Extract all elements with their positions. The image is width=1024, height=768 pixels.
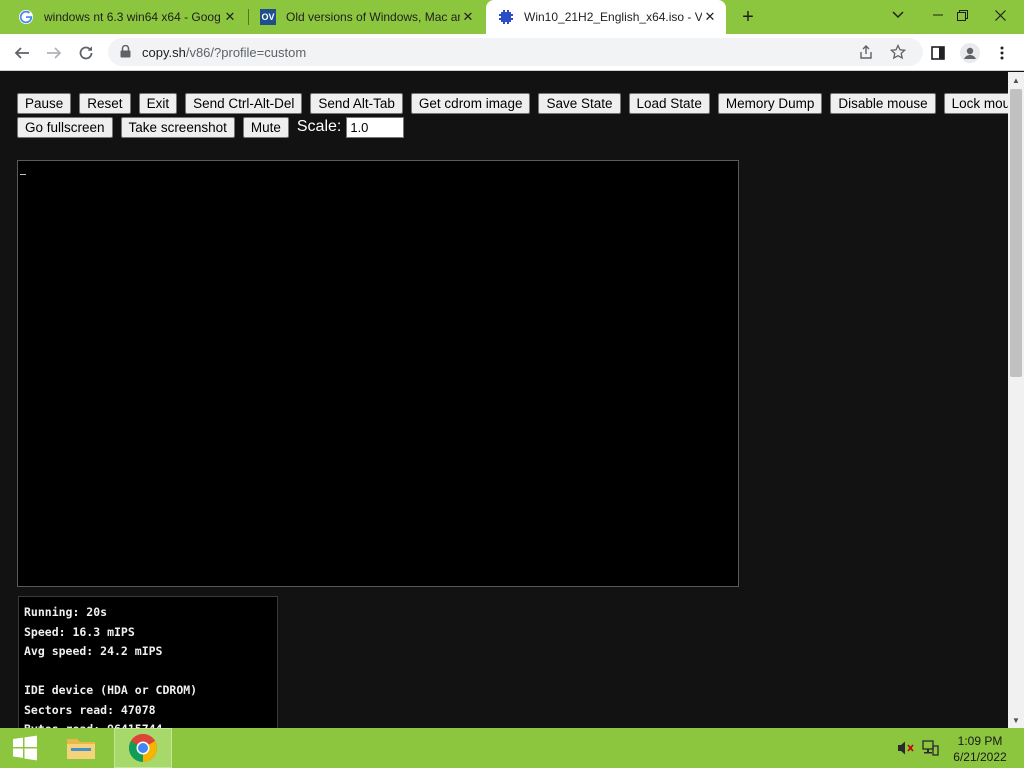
scale-label: Scale: xyxy=(296,118,342,135)
address-bar[interactable]: copy.sh/v86/?profile=custom xyxy=(108,38,923,66)
page-scrollbar[interactable]: ▲ ▼ xyxy=(1008,72,1024,728)
emulator-screen[interactable] xyxy=(17,160,739,587)
get-cdrom-image-button[interactable]: Get cdrom image xyxy=(410,92,531,114)
stat-avg-speed: Avg speed: 24.2 mIPS xyxy=(24,644,163,658)
kebab-menu-icon[interactable] xyxy=(988,39,1016,67)
tab-google-search[interactable]: windows nt 6.3 win64 x64 - Goog ✕ xyxy=(6,0,246,34)
volume-muted-icon[interactable] xyxy=(896,738,916,758)
network-icon[interactable] xyxy=(920,738,940,758)
close-icon[interactable]: ✕ xyxy=(222,9,238,25)
back-button[interactable] xyxy=(8,39,36,67)
url-host: copy.sh xyxy=(142,45,186,60)
tab-v86-active[interactable]: Win10_21H2_English_x64.iso - V ✕ xyxy=(486,0,726,34)
clock-time: 1:09 PM xyxy=(957,734,1003,748)
lock-icon[interactable] xyxy=(120,44,131,63)
page-content: Pause Reset Exit Send Ctrl-Alt-Del Send … xyxy=(0,72,1008,728)
tab-old-versions[interactable]: OV Old versions of Windows, Mac an ✕ xyxy=(248,0,484,34)
go-fullscreen-button[interactable]: Go fullscreen xyxy=(17,116,113,138)
side-panel-icon[interactable] xyxy=(924,39,952,67)
stat-running: Running: 20s xyxy=(24,605,108,619)
bookmark-star-icon[interactable] xyxy=(890,44,906,60)
emulator-controls: Pause Reset Exit Send Ctrl-Alt-Del Send … xyxy=(17,91,1008,139)
start-button[interactable] xyxy=(6,734,44,762)
v86-icon xyxy=(498,9,514,25)
url-text[interactable]: copy.sh/v86/?profile=custom xyxy=(142,45,306,60)
windows-logo-icon xyxy=(13,735,37,761)
taskbar-chrome[interactable] xyxy=(114,728,172,768)
scrollbar-thumb[interactable] xyxy=(1010,89,1022,377)
memory-dump-button[interactable]: Memory Dump xyxy=(717,92,823,114)
profile-avatar-icon[interactable] xyxy=(956,39,984,67)
stat-speed: Speed: 16.3 mIPS xyxy=(24,624,135,639)
close-icon[interactable]: ✕ xyxy=(702,9,718,25)
reset-button[interactable]: Reset xyxy=(79,92,131,114)
lock-mouse-button[interactable]: Lock mouse xyxy=(943,92,1008,114)
disable-mouse-button[interactable]: Disable mouse xyxy=(830,92,936,114)
restore-button[interactable] xyxy=(942,0,982,30)
tab-title: Win10_21H2_English_x64.iso - V xyxy=(524,10,702,24)
take-screenshot-button[interactable]: Take screenshot xyxy=(120,116,235,138)
scale-input[interactable] xyxy=(346,116,405,138)
taskbar-file-explorer[interactable] xyxy=(52,728,110,768)
text-cursor xyxy=(20,174,26,175)
exit-button[interactable]: Exit xyxy=(138,92,178,114)
tab-title: Old versions of Windows, Mac an xyxy=(286,10,460,24)
send-alt-tab-button[interactable]: Send Alt-Tab xyxy=(310,92,403,114)
windows-taskbar: 1:09 PM 6/21/2022 xyxy=(0,728,1024,768)
chrome-icon xyxy=(129,734,157,762)
google-icon xyxy=(18,9,34,25)
controls-row-1: Pause Reset Exit Send Ctrl-Alt-Del Send … xyxy=(17,91,1008,115)
pause-button[interactable]: Pause xyxy=(17,92,72,114)
url-path: /v86/?profile=custom xyxy=(185,45,307,60)
send-ctrl-alt-del-button[interactable]: Send Ctrl-Alt-Del xyxy=(185,92,303,114)
tab-search-chevron-icon[interactable] xyxy=(878,0,918,30)
stat-bytes-read: Bytes read: 96415744 xyxy=(24,720,272,728)
controls-row-2: Go fullscreen Take screenshot Mute Scale… xyxy=(17,115,997,139)
stat-spacer xyxy=(24,662,272,682)
browser-toolbar: copy.sh/v86/?profile=custom xyxy=(0,34,1024,71)
ov-icon: OV xyxy=(260,9,276,25)
scroll-up-arrow-icon[interactable]: ▲ xyxy=(1008,72,1024,88)
system-clock[interactable]: 1:09 PM 6/21/2022 xyxy=(944,733,1016,765)
clock-date: 6/21/2022 xyxy=(953,750,1007,764)
stat-sectors-read: Sectors read: 47078 xyxy=(24,702,156,717)
load-state-button[interactable]: Load State xyxy=(628,92,710,114)
tab-strip: windows nt 6.3 win64 x64 - Goog ✕ OV Old… xyxy=(0,0,1024,34)
share-icon[interactable] xyxy=(858,44,874,60)
reload-button[interactable] xyxy=(72,39,100,67)
stat-ide-header: IDE device (HDA or CDROM) xyxy=(24,683,198,697)
forward-button[interactable] xyxy=(40,39,68,67)
folder-icon xyxy=(67,739,95,759)
emulator-stats-panel: Running: 20s Speed: 16.3 mIPS Avg speed:… xyxy=(18,596,278,728)
mute-button[interactable]: Mute xyxy=(242,116,289,138)
new-tab-button[interactable]: + xyxy=(736,5,760,29)
tab-title: windows nt 6.3 win64 x64 - Goog xyxy=(44,10,221,24)
scroll-down-arrow-icon[interactable]: ▼ xyxy=(1008,712,1024,728)
save-state-button[interactable]: Save State xyxy=(538,92,621,114)
close-window-button[interactable] xyxy=(980,0,1020,30)
close-icon[interactable]: ✕ xyxy=(460,9,476,25)
